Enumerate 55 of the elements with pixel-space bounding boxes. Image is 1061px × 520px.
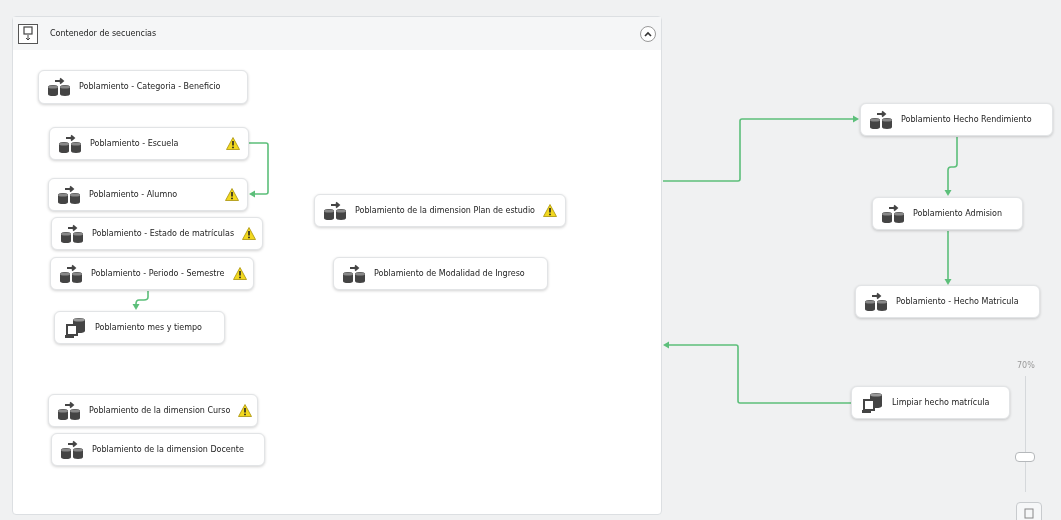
task-node[interactable]: Limpiar hecho matrícula [851, 386, 1010, 419]
fit-button[interactable] [1016, 502, 1042, 520]
database-arrow-icon [864, 291, 888, 312]
database-arrow-icon [60, 223, 84, 244]
database-arrow-icon [869, 109, 893, 130]
task-node[interactable]: Poblamiento de la dimension Curso [48, 394, 258, 427]
connector-arrow [132, 290, 149, 310]
task-label: Poblamiento de Modalidad de Ingreso [374, 267, 525, 280]
task-node[interactable]: Poblamiento Hecho Rendimiento [860, 103, 1053, 136]
task-node[interactable]: Poblamiento de la dimension Docente [51, 433, 265, 466]
database-arrow-icon [58, 133, 82, 154]
fit-icon [1023, 507, 1035, 519]
task-node[interactable]: Poblamiento Admision [872, 197, 1023, 230]
task-label: Poblamiento - Escuela [90, 137, 179, 150]
task-label: Poblamiento de la dimension Curso [89, 404, 231, 417]
database-arrow-icon [59, 263, 83, 284]
database-arrow-icon [323, 200, 347, 221]
zoom-slider[interactable] [1013, 376, 1037, 492]
task-label: Poblamiento - Alumno [89, 188, 178, 201]
database-arrow-icon [57, 184, 81, 205]
connector-arrow [944, 136, 958, 196]
task-node[interactable]: Poblamiento - Periodo - Semestre [50, 257, 254, 290]
task-node[interactable]: Poblamiento - Alumno [48, 178, 248, 211]
database-arrow-icon [47, 77, 71, 97]
connector-arrow [944, 230, 952, 285]
database-sheet-icon [63, 316, 87, 339]
task-node[interactable]: Poblamiento - Estado de matrículas [51, 217, 263, 250]
database-arrow-icon [60, 439, 84, 460]
task-node[interactable]: Poblamiento - Categoria - Beneficio [38, 70, 248, 104]
task-node[interactable]: Poblamiento de la dimension Plan de estudio [314, 194, 566, 227]
task-label: Poblamiento de la dimension Plan de estudio [355, 204, 535, 217]
task-node[interactable]: Poblamiento - Escuela [49, 127, 249, 160]
task-label: Poblamiento Admision [913, 207, 1002, 220]
task-label: Poblamiento - Categoria - Beneficio [79, 81, 221, 93]
task-label: Poblamiento mes y tiempo [95, 321, 202, 334]
container-title: Contenedor de secuencias [50, 27, 157, 40]
zoom-label: 70% [1017, 360, 1035, 372]
task-node[interactable]: Poblamiento mes y tiempo [54, 311, 225, 344]
zoom-thumb[interactable] [1015, 452, 1035, 462]
task-label: Poblamiento de la dimension Docente [92, 443, 244, 456]
task-label: Limpiar hecho matrícula [892, 396, 990, 409]
task-label: Poblamiento - Periodo - Semestre [91, 267, 225, 280]
task-node[interactable]: Poblamiento de Modalidad de Ingreso [333, 257, 548, 290]
container-icon [18, 23, 38, 44]
connector-arrow [248, 142, 269, 198]
database-arrow-icon [342, 263, 366, 284]
task-node[interactable]: Poblamiento - Hecho Matricula [855, 285, 1040, 318]
chevron-icon [644, 30, 652, 37]
database-arrow-icon [57, 400, 81, 421]
task-label: Poblamiento - Hecho Matricula [896, 295, 1019, 308]
database-arrow-icon [881, 203, 905, 224]
database-sheet-icon [860, 391, 884, 414]
collapse-button[interactable] [640, 25, 656, 42]
task-label: Poblamiento - Estado de matrículas [92, 227, 235, 240]
task-label: Poblamiento Hecho Rendimiento [901, 113, 1032, 126]
